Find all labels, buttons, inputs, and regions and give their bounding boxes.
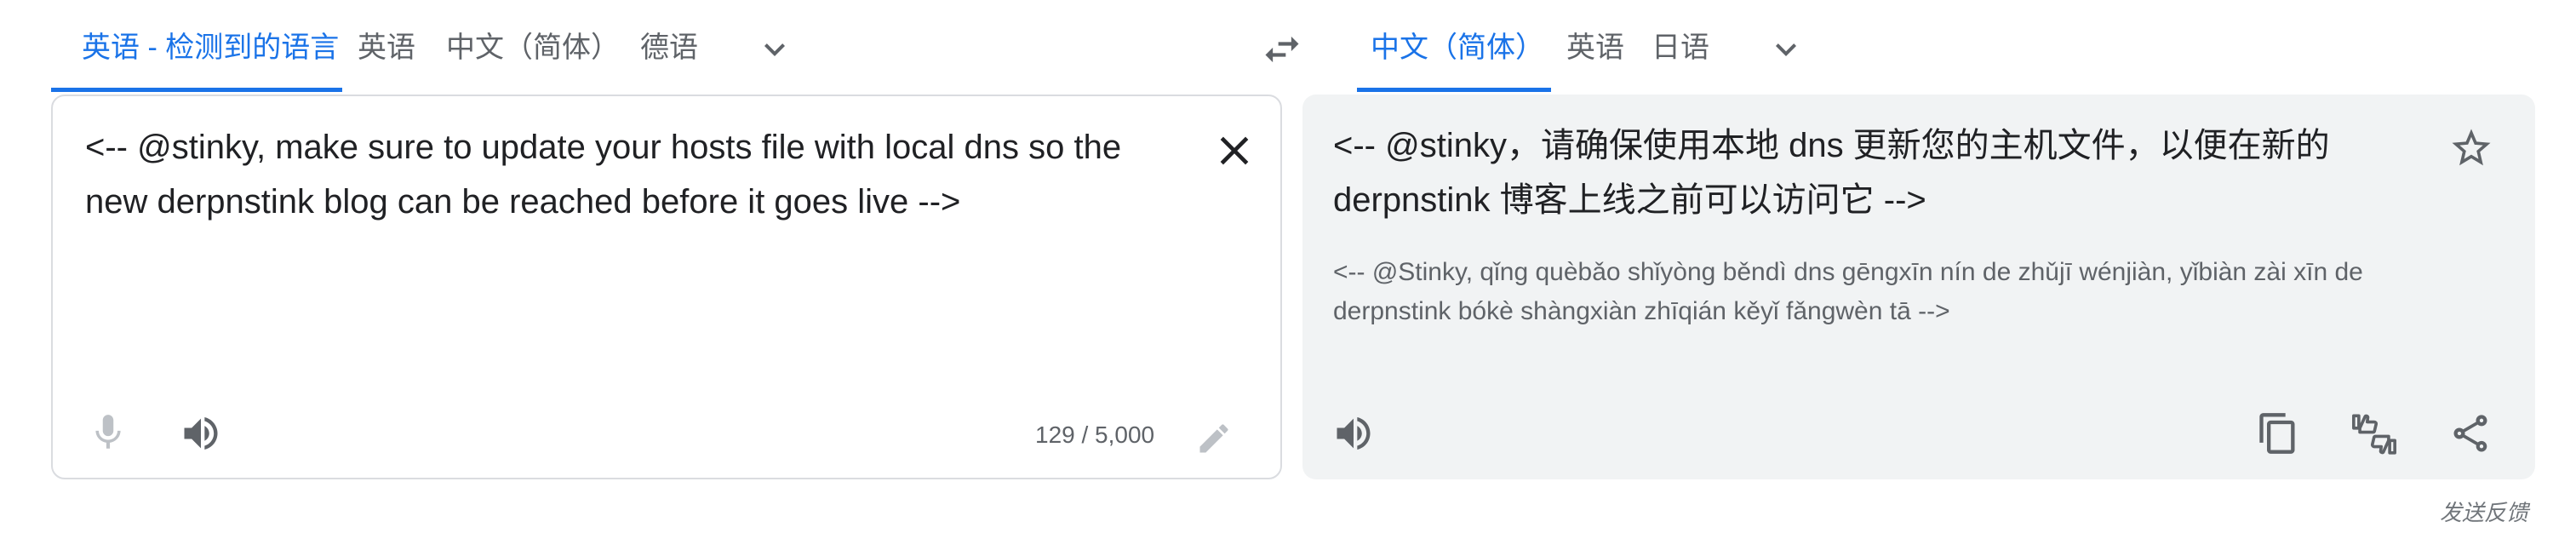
- thumbs-up-down-icon[interactable]: [2350, 410, 2399, 459]
- romanization-text: <-- @Stinky, qǐng quèbǎo shǐyòng běndì d…: [1333, 258, 2363, 325]
- pencil-icon[interactable]: [1195, 420, 1233, 457]
- close-icon[interactable]: [1211, 127, 1258, 175]
- character-count: 129 / 5,000: [1035, 421, 1155, 448]
- copy-icon[interactable]: [2256, 411, 2300, 456]
- translation-text: <-- @stinky，请确保使用本地 dns 更新您的主机文件，以便在新的 d…: [1333, 127, 2330, 219]
- swap-languages-icon[interactable]: [1258, 27, 1306, 72]
- source-text-panel: <-- @stinky, make sure to update your ho…: [51, 95, 1282, 479]
- speaker-icon[interactable]: [1331, 411, 1376, 456]
- translation-panel: <-- @stinky，请确保使用本地 dns 更新您的主机文件，以便在新的 d…: [1302, 95, 2535, 479]
- send-feedback-link[interactable]: 发送反馈: [2440, 496, 2528, 527]
- tab-target-english[interactable]: 英语: [1566, 26, 1624, 70]
- tab-source-detected[interactable]: 英语 - 检测到的语言: [82, 26, 339, 70]
- speaker-icon[interactable]: [179, 411, 223, 456]
- source-textarea[interactable]: <-- @stinky, make sure to update your ho…: [85, 120, 1192, 229]
- source-tab-underline: [51, 88, 342, 92]
- tab-source-german[interactable]: 德语: [640, 26, 698, 70]
- microphone-icon[interactable]: [87, 411, 129, 454]
- tab-target-chinese-simplified[interactable]: 中文（简体）: [1371, 26, 1544, 70]
- chevron-down-icon[interactable]: [754, 29, 795, 70]
- star-icon[interactable]: [2448, 125, 2494, 171]
- target-tab-underline: [1357, 88, 1551, 92]
- tab-target-japanese[interactable]: 日语: [1652, 26, 1709, 70]
- tab-source-english[interactable]: 英语: [358, 26, 415, 70]
- chevron-down-icon[interactable]: [1766, 29, 1806, 70]
- share-icon[interactable]: [2448, 411, 2493, 456]
- tab-source-chinese-simplified[interactable]: 中文（简体）: [446, 26, 620, 70]
